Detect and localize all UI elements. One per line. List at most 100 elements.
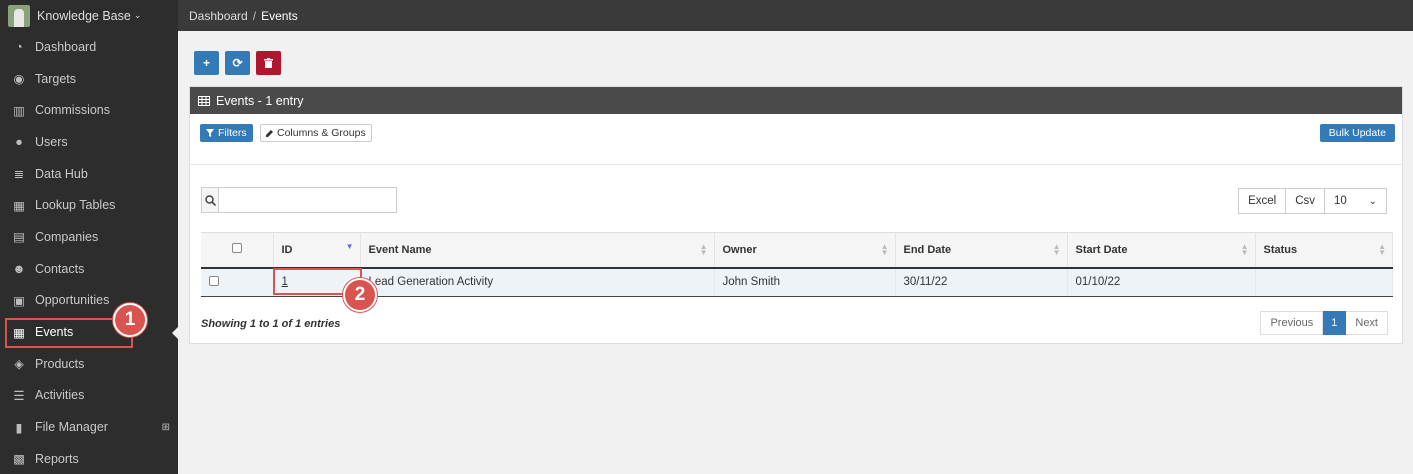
sidebar-item-users[interactable]: ● Users — [0, 126, 178, 158]
column-header-event-name[interactable]: Event Name ▲ ▼ — [360, 232, 715, 269]
sidebar-item-label: Opportunities — [35, 293, 110, 308]
table-icon — [198, 95, 210, 106]
columns-label: Columns & Groups — [277, 127, 366, 139]
csv-button[interactable]: Csv — [1286, 188, 1325, 214]
column-header-status[interactable]: Status ▲ ▼ — [1255, 232, 1393, 269]
user-icon: ● — [15, 134, 23, 149]
table-icon: ▦ — [13, 198, 25, 213]
sidebar-item-label: Users — [35, 134, 68, 149]
plus-icon: + — [202, 56, 210, 70]
avatar — [8, 4, 30, 27]
pagination: Previous 1 Next — [1260, 311, 1388, 335]
column-header-id[interactable]: ID ▼ — [273, 232, 361, 269]
panel-actions: Filters Columns & Groups Bulk Update — [190, 114, 1402, 165]
sidebar-item-label: Targets — [35, 71, 76, 86]
sidebar-item-label: Dashboard — [35, 39, 97, 54]
page-1-button[interactable]: 1 — [1323, 311, 1347, 335]
breadcrumb-separator: / — [252, 8, 257, 23]
chevron-down-icon: ⌄ — [133, 10, 142, 20]
table-row[interactable]: 1 Lead Generation Activity John Smith 30… — [201, 267, 1393, 297]
sidebar-item-companies[interactable]: ▤ Companies — [0, 221, 178, 253]
column-header-start-date[interactable]: Start Date ▲ ▼ — [1067, 232, 1256, 269]
sidebar-item-activities[interactable]: ☰ Activities — [0, 380, 178, 412]
reports-icon: ▩ — [13, 452, 25, 467]
column-header-end-date[interactable]: End Date ▲ ▼ — [895, 232, 1068, 269]
page-size-value: 10 — [1334, 195, 1347, 207]
money-icon: ▣ — [13, 293, 25, 308]
sidebar-item-label: Commissions — [35, 103, 111, 118]
excel-button[interactable]: Excel — [1238, 188, 1287, 214]
events-table: ID ▼ Event Name ▲ ▼ Owner ▲ ▼ End Date ▲ ▼ Star… — [201, 232, 1393, 297]
sort-icon: ▲ ▼ — [880, 242, 889, 257]
search-box — [201, 187, 397, 213]
bar-chart-icon: ▥ — [13, 103, 25, 118]
panel-header: Events - 1 entry — [190, 87, 1402, 114]
step-marker-2: 2 — [343, 278, 377, 312]
sidebar-item-label: Products — [35, 356, 85, 371]
sort-icon: ▲ ▼ — [1378, 242, 1386, 257]
sidebar-item-label: Activities — [35, 388, 85, 403]
database-icon: ≣ — [13, 167, 25, 182]
brand-name: Knowledge Base — [37, 8, 131, 23]
users-icon: ☻ — [12, 261, 26, 276]
refresh-icon: ⟳ — [232, 56, 243, 70]
previous-button[interactable]: Previous — [1260, 311, 1324, 335]
breadcrumb-dashboard[interactable]: Dashboard — [189, 9, 248, 23]
sort-icon: ▲ ▼ — [699, 242, 708, 257]
page-size-select[interactable]: 10 ⌄ — [1325, 188, 1387, 214]
end-date-cell: 30/11/22 — [895, 267, 1068, 297]
columns-groups-button[interactable]: Columns & Groups — [260, 124, 372, 142]
refresh-button[interactable]: ⟳ — [225, 51, 250, 75]
sidebar-item-products[interactable]: ◈ Products — [0, 348, 178, 380]
next-button[interactable]: Next — [1346, 311, 1388, 335]
sort-icon: ▲ ▼ — [1240, 242, 1249, 257]
sidebar-item-reports[interactable]: ▩ Reports — [0, 443, 178, 474]
sidebar-item-label: File Manager — [35, 420, 108, 435]
sidebar-item-label: Data Hub — [35, 166, 88, 181]
filters-label: Filters — [218, 127, 247, 139]
event-name-cell: Lead Generation Activity — [360, 267, 715, 297]
step-marker-1: 1 — [113, 303, 147, 337]
select-all-checkbox[interactable] — [231, 243, 242, 254]
bulk-update-button[interactable]: Bulk Update — [1319, 124, 1395, 142]
search-icon — [202, 188, 219, 212]
active-pointer — [172, 327, 178, 339]
dashboard-icon: ◔ — [15, 39, 23, 54]
sidebar: Knowledge Base ⌄ ◔ Dashboard ◉ Targets ▥ Co… — [0, 0, 178, 474]
sidebar-nav: ◔ Dashboard ◉ Targets ▥ Commissions ● Users … — [0, 31, 178, 474]
owner-cell: John Smith — [714, 267, 896, 297]
sidebar-item-contacts[interactable]: ☻ Contacts — [0, 253, 178, 285]
sidebar-item-label: Contacts — [35, 261, 85, 276]
column-header-owner[interactable]: Owner ▲ ▼ — [714, 232, 896, 269]
sidebar-item-file-manager[interactable]: ▮ File Manager ⊞ — [0, 411, 178, 443]
search-input[interactable] — [219, 188, 396, 212]
delete-button[interactable] — [256, 51, 281, 75]
breadcrumb: Dashboard / Events — [178, 0, 1413, 31]
sidebar-item-commissions[interactable]: ▥ Commissions — [0, 94, 178, 126]
export-controls: Excel Csv 10 ⌄ — [1238, 188, 1387, 214]
table-header-row: ID ▼ Event Name ▲ ▼ Owner ▲ ▼ End Date ▲ ▼ Star… — [201, 232, 1393, 269]
select-all-header — [201, 232, 274, 269]
chevron-down-icon: ⌄ — [1368, 195, 1377, 207]
filters-button[interactable]: Filters — [200, 124, 253, 142]
expand-icon[interactable]: ⊞ — [162, 422, 170, 433]
breadcrumb-current: Events — [261, 8, 298, 23]
start-date-cell: 01/10/22 — [1067, 267, 1256, 297]
sidebar-item-opportunities[interactable]: ▣ Opportunities — [0, 285, 178, 317]
file-icon: ▮ — [15, 420, 23, 435]
sidebar-item-dashboard[interactable]: ◔ Dashboard — [0, 31, 178, 63]
sidebar-item-label: Reports — [35, 451, 79, 466]
panel-title: Events - 1 entry — [216, 93, 304, 108]
add-button[interactable]: + — [194, 51, 219, 75]
row-select-cell — [201, 267, 274, 297]
sidebar-item-data-hub[interactable]: ≣ Data Hub — [0, 158, 178, 190]
target-icon: ◉ — [13, 72, 25, 87]
brand-switcher[interactable]: Knowledge Base ⌄ — [0, 0, 178, 31]
toolbar: + ⟳ — [194, 51, 281, 75]
pencil-icon — [266, 130, 273, 137]
row-checkbox[interactable] — [209, 275, 219, 286]
sidebar-item-targets[interactable]: ◉ Targets — [0, 63, 178, 95]
building-icon: ▤ — [13, 230, 25, 245]
sort-desc-icon: ▼ — [345, 242, 354, 251]
sidebar-item-lookup-tables[interactable]: ▦ Lookup Tables — [0, 189, 178, 221]
